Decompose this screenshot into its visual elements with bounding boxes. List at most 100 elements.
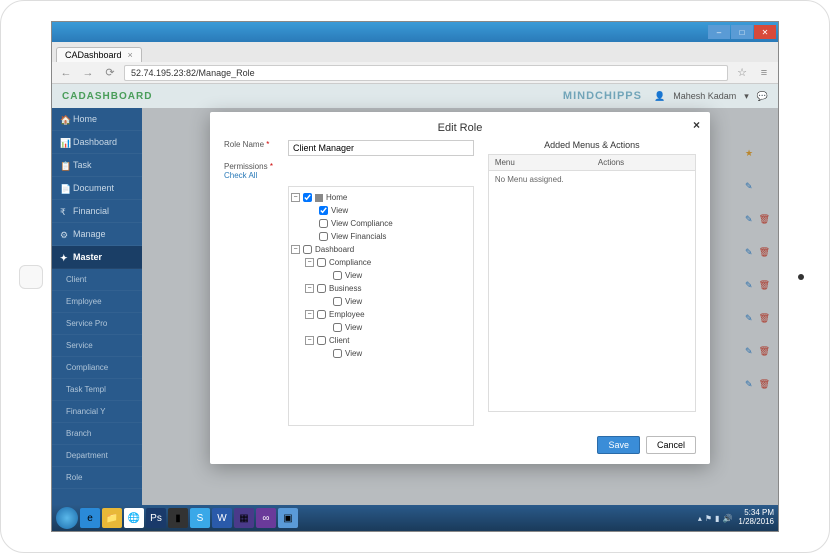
app-body: 🏠Home 📊Dashboard 📋Task 📄Document ₹Financ… xyxy=(52,108,778,511)
content-area: ★ ✎ ✎🗑 ✎🗑 ✎🗑 ✎🗑 ✎🗑 ✎🗑 × Edit Role xyxy=(142,108,778,511)
sidebar-item-employee[interactable]: Employee xyxy=(52,291,142,313)
sidebar-item-service-pro[interactable]: Service Pro xyxy=(52,313,142,335)
dropdown-icon[interactable]: ▾ xyxy=(744,91,749,102)
screen: – □ ✕ CADashboard × ← → ⟳ 52.74.195.23:8… xyxy=(51,21,779,532)
document-icon: 📄 xyxy=(60,184,68,192)
sidebar-item-role[interactable]: Role xyxy=(52,467,142,489)
view-financials-checkbox[interactable] xyxy=(319,232,328,241)
home-icon xyxy=(315,194,323,202)
view-checkbox[interactable] xyxy=(333,323,342,332)
employee-checkbox[interactable] xyxy=(317,310,326,319)
business-checkbox[interactable] xyxy=(317,284,326,293)
browser-tab[interactable]: CADashboard × xyxy=(56,47,142,62)
view-checkbox[interactable] xyxy=(333,271,342,280)
check-all-link[interactable]: Check All xyxy=(224,171,257,180)
volume-icon[interactable]: 🔊 xyxy=(722,514,732,523)
word-icon[interactable]: W xyxy=(212,508,232,528)
modal-close-button[interactable]: × xyxy=(693,118,700,132)
role-name-input[interactable] xyxy=(288,140,474,156)
view-compliance-checkbox[interactable] xyxy=(319,219,328,228)
user-name: Mahesh Kadam xyxy=(673,91,736,101)
explorer-icon[interactable]: 📁 xyxy=(102,508,122,528)
app-icon-2[interactable]: ▣ xyxy=(278,508,298,528)
chat-icon[interactable]: 💬 xyxy=(757,91,768,102)
permissions-tree: −Home View View Compliance View Financia… xyxy=(288,186,474,426)
tab-close-icon[interactable]: × xyxy=(128,50,133,60)
bookmark-icon[interactable]: ☆ xyxy=(734,65,750,81)
reload-button[interactable]: ⟳ xyxy=(102,65,118,81)
collapse-icon[interactable]: − xyxy=(305,310,314,319)
collapse-icon[interactable]: − xyxy=(305,336,314,345)
system-tray[interactable]: ▴ ⚑ ▮ 🔊 xyxy=(698,514,733,523)
compliance-checkbox[interactable] xyxy=(317,258,326,267)
taskbar: e 📁 🌐 Ps ▮ S W ▦ ∞ ▣ ▴ ⚑ ▮ 🔊 5:34 xyxy=(52,505,778,531)
clock[interactable]: 5:34 PM 1/28/2016 xyxy=(738,509,774,527)
client-checkbox[interactable] xyxy=(317,336,326,345)
sidebar-item-task-template[interactable]: Task Templ xyxy=(52,379,142,401)
tab-title: CADashboard xyxy=(65,50,122,60)
grid-empty-message: No Menu assigned. xyxy=(489,171,695,188)
tray-up-icon[interactable]: ▴ xyxy=(698,514,702,523)
dashboard-checkbox[interactable] xyxy=(303,245,312,254)
sidebar-item-department[interactable]: Department xyxy=(52,445,142,467)
collapse-icon[interactable]: − xyxy=(291,245,300,254)
modal-title: Edit Role xyxy=(224,122,696,140)
collapse-icon[interactable]: − xyxy=(305,258,314,267)
back-button[interactable]: ← xyxy=(58,65,74,81)
view-checkbox[interactable] xyxy=(333,297,342,306)
vs-icon[interactable]: ∞ xyxy=(256,508,276,528)
network-icon[interactable]: ▮ xyxy=(715,514,719,523)
url-input[interactable]: 52.74.195.23:82/Manage_Role xyxy=(124,65,728,81)
tablet-home-button[interactable] xyxy=(19,265,43,289)
window-minimize-button[interactable]: – xyxy=(708,25,730,39)
app-icon[interactable]: ▦ xyxy=(234,508,254,528)
sidebar-item-document[interactable]: 📄Document xyxy=(52,177,142,200)
view-checkbox[interactable] xyxy=(319,206,328,215)
sidebar-item-home[interactable]: 🏠Home xyxy=(52,108,142,131)
sidebar-item-branch[interactable]: Branch xyxy=(52,423,142,445)
user-icon: 👤 xyxy=(654,91,665,102)
sidebar-item-dashboard[interactable]: 📊Dashboard xyxy=(52,131,142,154)
home-checkbox[interactable] xyxy=(303,193,312,202)
chrome-icon[interactable]: 🌐 xyxy=(124,508,144,528)
menu-icon[interactable]: ≡ xyxy=(756,65,772,81)
modal-overlay: × Edit Role Role Name * Permissio xyxy=(142,108,778,511)
sidebar-item-task[interactable]: 📋Task xyxy=(52,154,142,177)
window-maximize-button[interactable]: □ xyxy=(731,25,753,39)
added-menus-grid: Menu Actions No Menu assigned. xyxy=(488,154,696,412)
view-checkbox[interactable] xyxy=(333,349,342,358)
collapse-icon[interactable]: − xyxy=(305,284,314,293)
cmd-icon[interactable]: ▮ xyxy=(168,508,188,528)
save-button[interactable]: Save xyxy=(597,436,640,454)
app-header: CADASHBOARD MINDCHIPPS 👤 Mahesh Kadam ▾ … xyxy=(52,84,778,108)
window-titlebar: – □ ✕ xyxy=(52,22,778,42)
permissions-label: Permissions * Check All xyxy=(224,162,288,180)
flag-icon[interactable]: ⚑ xyxy=(705,514,712,523)
photoshop-icon[interactable]: Ps xyxy=(146,508,166,528)
skype-icon[interactable]: S xyxy=(190,508,210,528)
sidebar-item-financial[interactable]: ₹Financial xyxy=(52,200,142,223)
start-button[interactable] xyxy=(56,507,78,529)
window-close-button[interactable]: ✕ xyxy=(754,25,776,39)
master-icon: ✦ xyxy=(60,253,68,261)
sidebar-item-compliance[interactable]: Compliance xyxy=(52,357,142,379)
forward-button[interactable]: → xyxy=(80,65,96,81)
tablet-camera xyxy=(798,274,804,280)
address-bar: ← → ⟳ 52.74.195.23:82/Manage_Role ☆ ≡ xyxy=(52,62,778,84)
tablet-frame: – □ ✕ CADashboard × ← → ⟳ 52.74.195.23:8… xyxy=(0,0,830,553)
sidebar-item-client[interactable]: Client xyxy=(52,269,142,291)
column-actions: Actions xyxy=(592,155,695,170)
edit-role-modal: × Edit Role Role Name * Permissio xyxy=(210,112,710,464)
partner-logo: MINDCHIPPS xyxy=(563,90,642,102)
column-menu: Menu xyxy=(489,155,592,170)
sidebar-item-manage[interactable]: ⚙Manage xyxy=(52,223,142,246)
cancel-button[interactable]: Cancel xyxy=(646,436,696,454)
sidebar-item-financial-year[interactable]: Financial Y xyxy=(52,401,142,423)
home-icon: 🏠 xyxy=(60,115,68,123)
collapse-icon[interactable]: − xyxy=(291,193,300,202)
financial-icon: ₹ xyxy=(60,207,68,215)
manage-icon: ⚙ xyxy=(60,230,68,238)
sidebar-item-service[interactable]: Service xyxy=(52,335,142,357)
sidebar-item-master[interactable]: ✦Master xyxy=(52,246,142,269)
ie-icon[interactable]: e xyxy=(80,508,100,528)
